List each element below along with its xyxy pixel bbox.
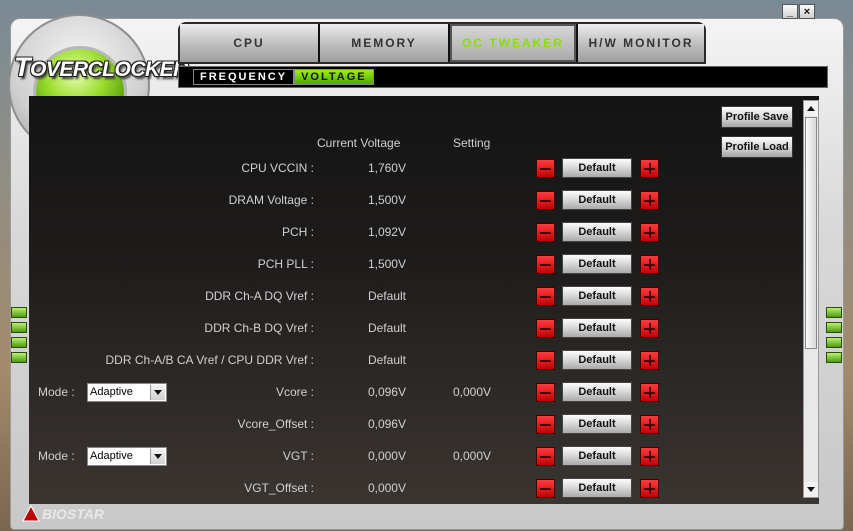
mode-label-vcore: Mode : xyxy=(38,385,75,399)
row-label: CPU VCCIN : xyxy=(241,161,314,175)
default-button[interactable]: Default xyxy=(562,286,632,306)
tab-hw-monitor[interactable]: H/W MONITOR xyxy=(578,24,704,62)
row-current-value: Default xyxy=(367,289,406,303)
row-current-value: 0,096V xyxy=(367,385,406,399)
row-current-value: Default xyxy=(367,321,406,335)
plus-button[interactable] xyxy=(640,191,659,210)
minus-button[interactable] xyxy=(536,447,555,466)
row-label: DDR Ch-A DQ Vref : xyxy=(205,289,314,303)
plus-button[interactable] xyxy=(640,223,659,242)
default-button[interactable]: Default xyxy=(562,254,632,274)
sub-tabs: FREQUENCY VOLTAGE xyxy=(178,66,828,88)
scroll-down-icon[interactable] xyxy=(804,482,818,497)
logo-title: TOVERCLOCKER xyxy=(14,52,188,82)
plus-button[interactable] xyxy=(640,287,659,306)
biostar-logo-icon xyxy=(22,505,40,522)
tab-oc-tweaker[interactable]: OC TWEAKER xyxy=(450,24,578,62)
minus-button[interactable] xyxy=(536,383,555,402)
side-tab-right-2[interactable] xyxy=(826,322,842,333)
default-button[interactable]: Default xyxy=(562,158,632,178)
minimize-button[interactable]: _ xyxy=(782,4,798,19)
plus-button[interactable] xyxy=(640,319,659,338)
vertical-scrollbar[interactable] xyxy=(803,100,819,498)
side-tab-right-1[interactable] xyxy=(826,307,842,318)
plus-button[interactable] xyxy=(640,447,659,466)
minus-button[interactable] xyxy=(536,319,555,338)
row-current-value: 0,000V xyxy=(367,449,406,463)
side-tab-right-4[interactable] xyxy=(826,352,842,363)
window-controls: _ × xyxy=(782,4,815,19)
default-button[interactable]: Default xyxy=(562,446,632,466)
main-tabs: CPU MEMORY OC TWEAKER H/W MONITOR xyxy=(178,22,706,64)
plus-button[interactable] xyxy=(640,479,659,498)
row-current-value: 1,760V xyxy=(367,161,406,175)
minus-button[interactable] xyxy=(536,159,555,178)
side-tab-left-1[interactable] xyxy=(11,307,27,318)
default-button[interactable]: Default xyxy=(562,222,632,242)
subtab-frequency[interactable]: FREQUENCY xyxy=(193,69,295,85)
logo-text: OVERCLOCKER xyxy=(30,58,188,81)
mode-select-vgt[interactable]: Adaptive xyxy=(87,447,167,466)
minus-button[interactable] xyxy=(536,191,555,210)
row-label: DDR Ch-A/B CA Vref / CPU DDR Vref : xyxy=(105,353,314,367)
minus-button[interactable] xyxy=(536,479,555,498)
minus-button[interactable] xyxy=(536,223,555,242)
minus-button[interactable] xyxy=(536,255,555,274)
default-button[interactable]: Default xyxy=(562,414,632,434)
mode-select-value: Adaptive xyxy=(90,386,133,398)
plus-button[interactable] xyxy=(640,159,659,178)
row-setting-value: 0,000V xyxy=(453,449,492,463)
side-tab-left-3[interactable] xyxy=(11,337,27,348)
profile-load-button[interactable]: Profile Load xyxy=(721,136,793,158)
close-button[interactable]: × xyxy=(799,4,815,19)
row-label: VGT : xyxy=(282,449,314,463)
default-button[interactable]: Default xyxy=(562,382,632,402)
default-button[interactable]: Default xyxy=(562,318,632,338)
plus-button[interactable] xyxy=(640,351,659,370)
row-label: PCH PLL : xyxy=(257,257,314,271)
default-button[interactable]: Default xyxy=(562,190,632,210)
subtab-voltage[interactable]: VOLTAGE xyxy=(294,69,374,85)
row-setting-value: 0,000V xyxy=(453,385,492,399)
default-button[interactable]: Default xyxy=(562,478,632,498)
brand-name: BIOSTAR xyxy=(42,506,104,522)
row-label: PCH : xyxy=(281,225,314,239)
row-current-value: 1,092V xyxy=(367,225,406,239)
header-setting: Setting xyxy=(453,136,491,150)
scroll-up-icon[interactable] xyxy=(804,101,818,116)
minus-button[interactable] xyxy=(536,351,555,370)
header-current-voltage: Current Voltage xyxy=(317,136,401,150)
row-current-value: 1,500V xyxy=(367,193,406,207)
row-label: Vcore : xyxy=(275,385,314,399)
tab-memory[interactable]: MEMORY xyxy=(320,24,450,62)
plus-button[interactable] xyxy=(640,383,659,402)
row-label: VGT_Offset : xyxy=(244,481,314,495)
mode-label-vgt: Mode : xyxy=(38,449,75,463)
row-current-value: 0,000V xyxy=(367,481,406,495)
side-tab-left-2[interactable] xyxy=(11,322,27,333)
row-label: DRAM Voltage : xyxy=(228,193,314,207)
side-tab-right-3[interactable] xyxy=(826,337,842,348)
row-current-value: Default xyxy=(367,353,406,367)
row-current-value: 1,500V xyxy=(367,257,406,271)
tab-cpu[interactable]: CPU xyxy=(180,24,320,62)
app-window: _ × TOVERCLOCKER CPU MEMORY OC TWEAKER H… xyxy=(0,0,853,531)
mode-select-value: Adaptive xyxy=(90,450,133,462)
plus-button[interactable] xyxy=(640,255,659,274)
chevron-down-icon[interactable] xyxy=(150,385,165,400)
row-label: Vcore_Offset : xyxy=(237,417,314,431)
plus-button[interactable] xyxy=(640,415,659,434)
side-tab-left-4[interactable] xyxy=(11,352,27,363)
scroll-thumb[interactable] xyxy=(805,117,817,349)
voltage-panel xyxy=(29,96,819,504)
minus-button[interactable] xyxy=(536,415,555,434)
row-current-value: 0,096V xyxy=(367,417,406,431)
mode-select-vcore[interactable]: Adaptive xyxy=(87,383,167,402)
minus-button[interactable] xyxy=(536,287,555,306)
chevron-down-icon[interactable] xyxy=(150,449,165,464)
row-label: DDR Ch-B DQ Vref : xyxy=(204,321,314,335)
profile-save-button[interactable]: Profile Save xyxy=(721,106,793,128)
default-button[interactable]: Default xyxy=(562,350,632,370)
